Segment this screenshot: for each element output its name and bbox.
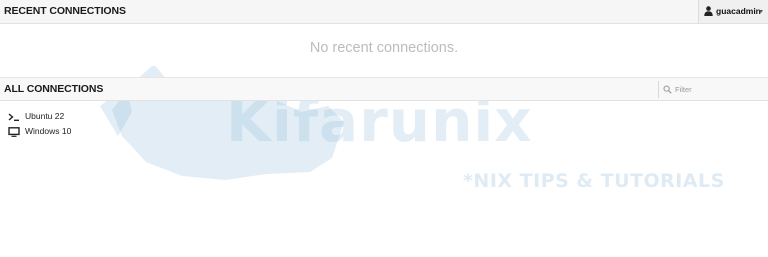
- chevron-down-icon: [759, 10, 763, 13]
- search-icon: [663, 85, 672, 94]
- filter-input[interactable]: [675, 83, 763, 95]
- no-recent-connections-message: No recent connections.: [309, 40, 459, 56]
- recent-connections-title: RECENT CONNECTIONS: [4, 5, 126, 17]
- filter-box: [658, 81, 768, 98]
- terminal-icon: [8, 113, 19, 122]
- watermark-tagline: *NIX TIPS & TUTORIALS: [463, 170, 725, 192]
- user-menu[interactable]: guacadmin: [698, 0, 768, 23]
- monitor-icon: [8, 127, 20, 137]
- connection-label: Windows 10: [25, 126, 72, 136]
- all-connections-header: ALL CONNECTIONS: [0, 77, 768, 101]
- user-icon: [704, 6, 713, 16]
- recent-connections-header: RECENT CONNECTIONS guacadmin: [0, 0, 768, 24]
- all-connections-title: ALL CONNECTIONS: [4, 83, 104, 95]
- username: guacadmin: [716, 6, 761, 16]
- connection-label: Ubuntu 22: [25, 111, 65, 121]
